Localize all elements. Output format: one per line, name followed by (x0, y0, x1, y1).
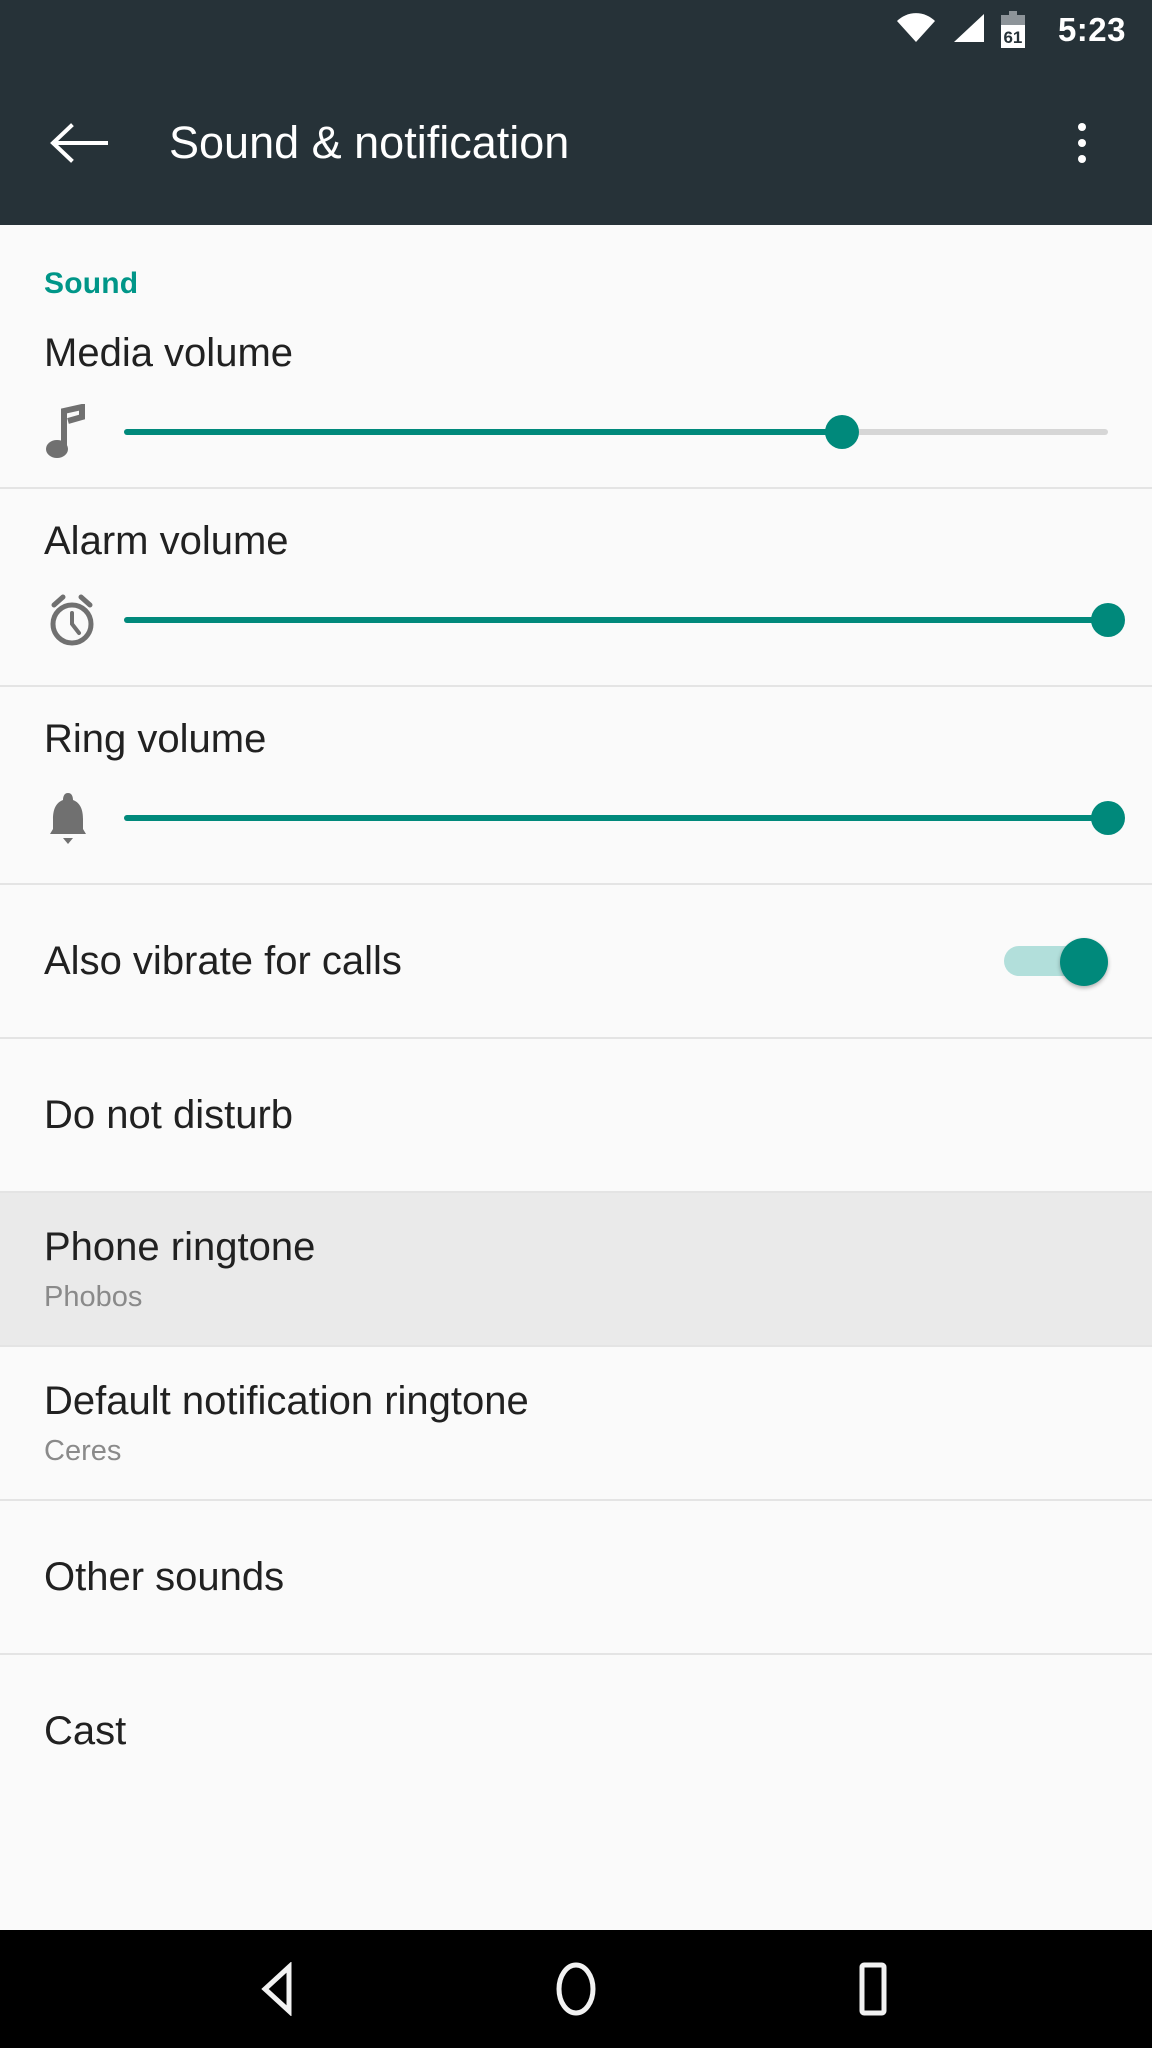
also-vibrate-text: Also vibrate for calls (44, 938, 1004, 984)
other-sounds-label: Other sounds (44, 1555, 285, 1599)
overflow-menu-icon[interactable] (1050, 106, 1114, 180)
phone-ringtone-value: Phobos (44, 1280, 143, 1313)
phone-ringtone-text: Phone ringtone Phobos (44, 1224, 1108, 1314)
cast-row-content[interactable]: Cast (0, 1655, 1152, 1807)
also-vibrate-toggle[interactable] (1004, 938, 1108, 986)
music-note-icon (44, 401, 124, 463)
other-sounds-text: Other sounds (44, 1554, 1108, 1600)
alarm-volume-slider[interactable] (124, 598, 1125, 642)
default-notification-ringtone-label: Default notification ringtone (44, 1378, 529, 1423)
nav-home-icon[interactable] (531, 1944, 621, 2034)
default-notification-ringtone-value: Ceres (44, 1434, 122, 1467)
battery-icon: 61 (1000, 11, 1026, 49)
alarm-volume-label: Alarm volume (44, 519, 289, 563)
setting-row-media-volume[interactable]: Media volume (0, 301, 1152, 489)
settings-list: Sound Media volume Alarm volume Ring vol… (0, 225, 1152, 1930)
navigation-bar (0, 1930, 1152, 2048)
setting-row-also-vibrate-for-calls[interactable]: Also vibrate for calls (0, 885, 1152, 1039)
do-not-disturb-label: Do not disturb (44, 1093, 294, 1137)
default-notification-ringtone-row-content[interactable]: Default notification ringtone Ceres (0, 1347, 1152, 1499)
setting-row-ring-volume[interactable]: Ring volume (0, 687, 1152, 885)
media-volume-slider-line (0, 401, 1152, 463)
app-bar: Sound & notification (0, 60, 1152, 225)
nav-back-icon[interactable] (234, 1944, 324, 2034)
also-vibrate-row-content[interactable]: Also vibrate for calls (0, 885, 1152, 1037)
slider-track-fill (124, 815, 1108, 821)
also-vibrate-label: Also vibrate for calls (44, 939, 402, 983)
status-bar-icons: 61 5:23 (896, 11, 1126, 49)
do-not-disturb-text: Do not disturb (44, 1092, 1108, 1138)
other-sounds-row-content[interactable]: Other sounds (0, 1501, 1152, 1653)
toggle-thumb (1060, 938, 1108, 986)
status-bar: 61 5:23 (0, 0, 1152, 60)
setting-row-alarm-volume[interactable]: Alarm volume (0, 489, 1152, 687)
cellular-signal-icon (950, 12, 986, 49)
media-volume-label: Media volume (44, 331, 294, 375)
phone-ringtone-label: Phone ringtone (44, 1224, 316, 1269)
setting-row-cast[interactable]: Cast (0, 1655, 1152, 1807)
default-notification-ringtone-text: Default notification ringtone Ceres (44, 1378, 1108, 1468)
setting-row-default-notification-ringtone[interactable]: Default notification ringtone Ceres (0, 1347, 1152, 1501)
status-bar-clock: 5:23 (1057, 11, 1126, 48)
setting-row-phone-ringtone[interactable]: Phone ringtone Phobos (0, 1193, 1152, 1347)
bell-icon (44, 787, 124, 849)
ring-volume-label: Ring volume (44, 717, 267, 761)
cast-text: Cast (44, 1708, 1108, 1754)
cast-label: Cast (44, 1709, 127, 1753)
do-not-disturb-row-content[interactable]: Do not disturb (0, 1039, 1152, 1191)
phone-ringtone-row-content[interactable]: Phone ringtone Phobos (0, 1193, 1152, 1345)
battery-percent-label: 61 (1003, 28, 1023, 47)
alarm-clock-icon (44, 589, 124, 651)
media-volume-slider[interactable] (124, 410, 1108, 454)
slider-track-fill (124, 617, 1108, 623)
page-title: Sound & notification (169, 116, 570, 168)
slider-thumb[interactable] (1091, 603, 1125, 637)
overflow-dot (1078, 138, 1086, 147)
android-screen: 61 5:23 Sound & notification Sound Media… (0, 0, 1152, 2048)
overflow-dot (1078, 154, 1086, 163)
back-arrow-icon[interactable] (44, 108, 114, 178)
ring-volume-slider-line (0, 787, 1152, 849)
nav-recents-icon[interactable] (828, 1944, 918, 2034)
slider-thumb[interactable] (825, 415, 860, 449)
setting-row-other-sounds[interactable]: Other sounds (0, 1501, 1152, 1655)
slider-track-fill (124, 429, 843, 435)
slider-thumb[interactable] (1091, 801, 1125, 835)
ring-volume-slider[interactable] (124, 796, 1125, 840)
section-header-sound: Sound (44, 267, 139, 300)
overflow-dot (1078, 122, 1086, 131)
alarm-volume-slider-line (0, 589, 1152, 651)
wifi-icon (896, 12, 936, 49)
setting-row-do-not-disturb[interactable]: Do not disturb (0, 1039, 1152, 1193)
